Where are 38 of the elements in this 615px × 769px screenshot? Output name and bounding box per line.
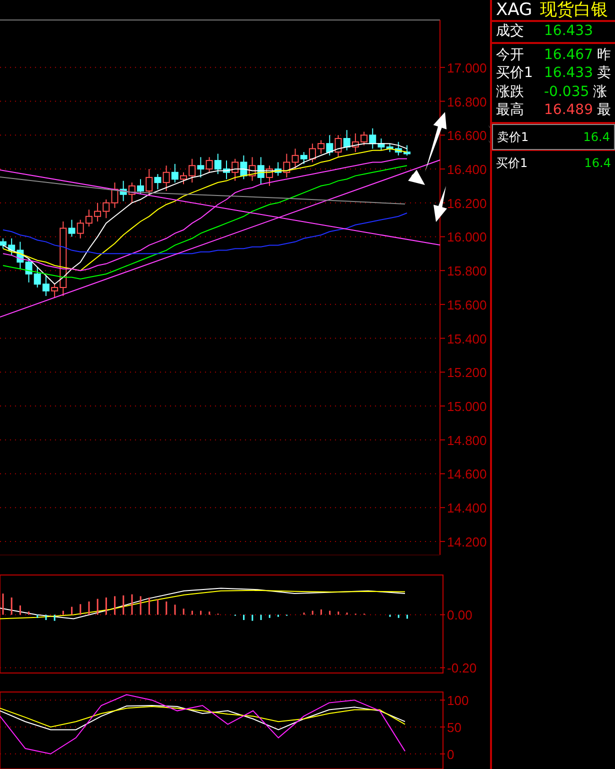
quote-value: -0.035 — [544, 84, 590, 100]
order-book-row[interactable]: 卖价1 16.4 — [492, 124, 615, 150]
quote-value: 16.433 — [544, 23, 593, 39]
quote-value: 16.489 — [544, 102, 593, 118]
quote-value: 16.433 — [544, 65, 593, 81]
price-axis-label: 15.800 — [447, 264, 487, 279]
quote-value: 16.467 — [544, 46, 593, 62]
symbol-label: XAG — [496, 0, 532, 20]
quote-label: 昨 — [597, 46, 611, 62]
price-axis-label: 16.200 — [447, 196, 487, 211]
quote-label: 买价1 — [496, 64, 534, 82]
quote-label: 成交 — [496, 22, 525, 40]
price-axis-label: 17.000 — [447, 60, 487, 76]
quote-label: 涨 — [593, 84, 608, 100]
price-axis-label: 15.000 — [447, 399, 487, 414]
kdj-axis-label: 50 — [447, 720, 462, 735]
price-axis-label: 16.800 — [447, 94, 487, 110]
instrument-name: 现货白银 — [540, 0, 608, 20]
quote-label: 最 — [597, 102, 611, 118]
quote-label: 卖 — [597, 65, 611, 81]
price-axis-label: 15.400 — [447, 331, 487, 346]
quote-label: 最高 — [496, 101, 525, 119]
price-axis-label: 14.200 — [447, 534, 487, 550]
price-axis-label: 14.800 — [447, 432, 487, 448]
price-axis-label: 14.600 — [447, 466, 487, 482]
kdj-axis-label: 0 — [447, 746, 454, 762]
price-axis-label: 16.400 — [447, 162, 487, 177]
quote-label: 今开 — [496, 46, 525, 64]
macd-axis-label: 0.00 — [447, 608, 472, 623]
price-axis-label: 16.600 — [447, 128, 487, 144]
order-book-row[interactable]: 买价1 16.4 — [492, 150, 615, 176]
price-axis-label: 14.400 — [447, 500, 487, 516]
price-axis-label: 15.200 — [447, 365, 487, 380]
price-axis-label: 15.600 — [447, 297, 487, 312]
quote-label: 涨跌 — [496, 82, 525, 100]
macd-axis-label: -0.20 — [447, 660, 477, 676]
price-axis-label: 16.000 — [447, 230, 487, 245]
kdj-axis-label: 100 — [447, 693, 469, 708]
